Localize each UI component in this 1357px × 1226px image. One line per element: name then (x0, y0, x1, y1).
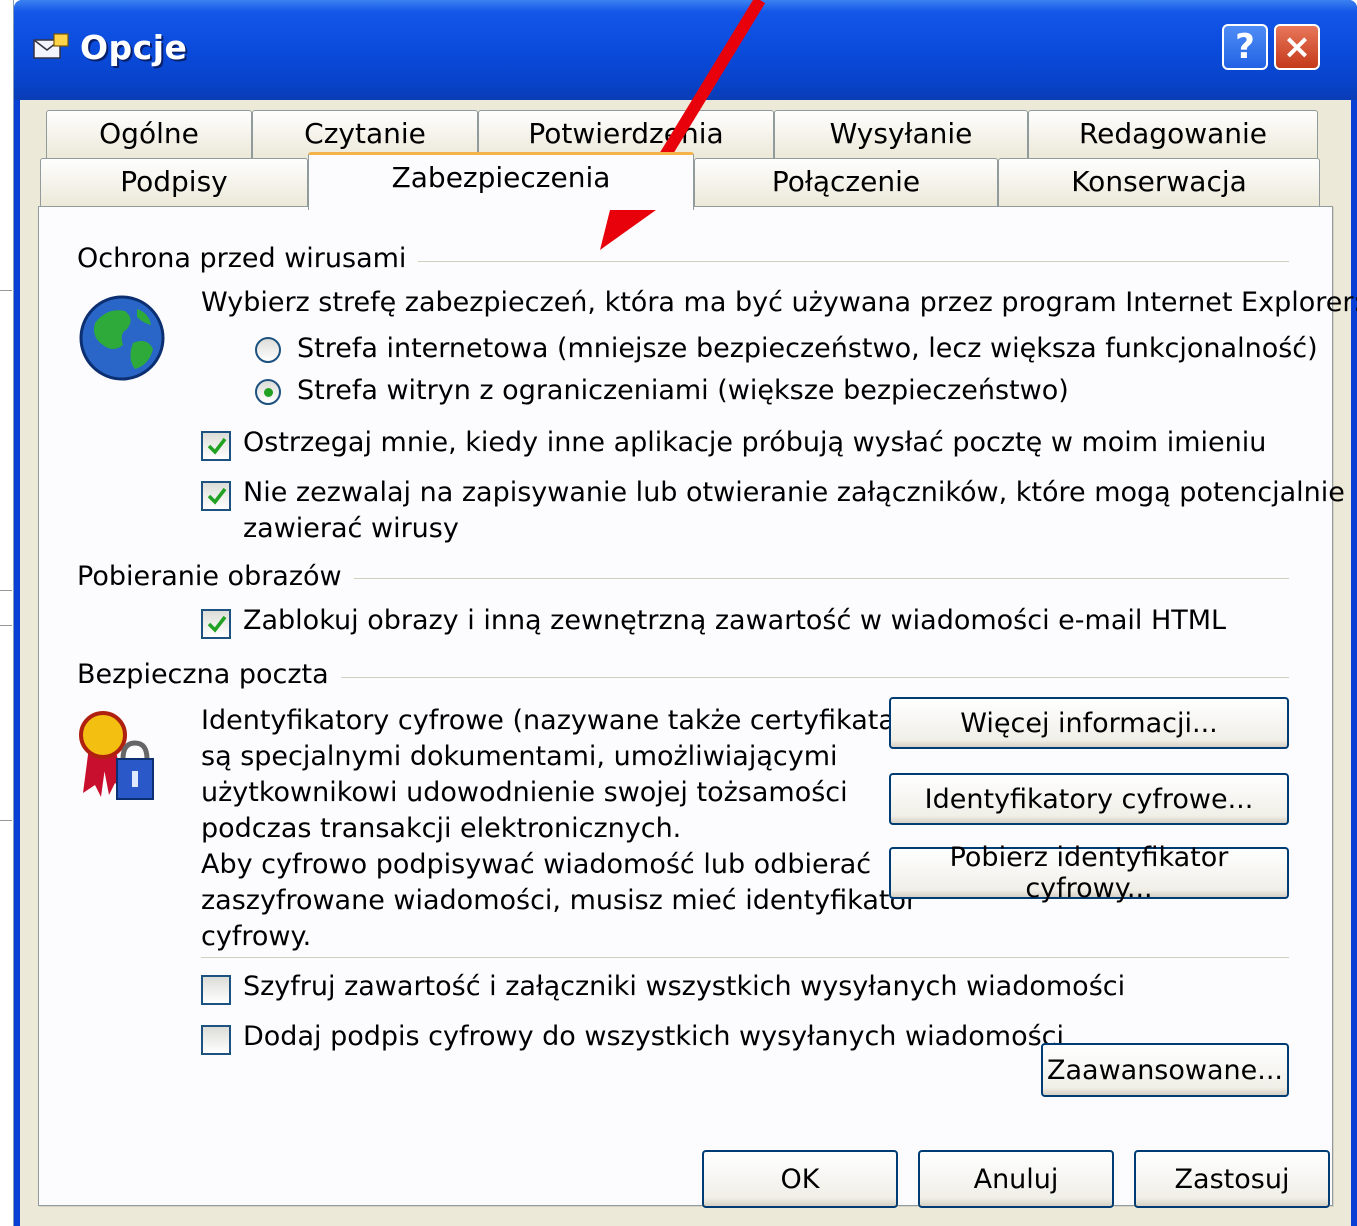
radio-restricted-zone[interactable] (255, 379, 281, 405)
secure-desc-line-3: użytkownikowi udowodnienie swojej tożsam… (201, 777, 848, 808)
checkmark-icon (207, 487, 227, 505)
options-dialog: Opcje ? × Ogólne Czytanie Potwierdzenia … (14, 0, 1357, 1226)
radio-internet-zone-label[interactable]: Strefa internetowa (mniejsze bezpieczeńs… (297, 333, 1318, 364)
ok-button[interactable]: OK (702, 1150, 898, 1208)
divider (0, 290, 12, 291)
zone-prompt: Wybierz strefę zabezpieczeń, która ma by… (201, 287, 1357, 318)
mail-options-icon (33, 33, 69, 59)
tab-czytanie[interactable]: Czytanie (252, 110, 478, 158)
secure-desc-line-2: są specjalnymi dokumentami, umożliwiając… (201, 741, 838, 772)
group-divider (329, 677, 1289, 678)
checkmark-icon (207, 615, 227, 633)
tab-redagowanie[interactable]: Redagowanie (1028, 110, 1318, 158)
advanced-button[interactable]: Zaawansowane... (1041, 1043, 1289, 1097)
globe-icon (79, 295, 165, 381)
group-secure-mail: Bezpieczna poczta (77, 659, 341, 690)
divider (0, 820, 12, 821)
checkmark-icon (207, 437, 227, 455)
close-button[interactable]: × (1274, 24, 1320, 70)
checkbox-warn-send[interactable] (201, 431, 231, 461)
group-virus-protection: Ochrona przed wirusami (77, 243, 419, 274)
secure-desc-line-7: cyfrowy. (201, 921, 312, 952)
secure-desc-line-4: podczas transakcji elektronicznych. (201, 813, 682, 844)
divider (0, 625, 12, 626)
checkbox-block-attachments-label-cont[interactable]: zawierać wirusy (243, 513, 459, 544)
radio-restricted-zone-label[interactable]: Strefa witryn z ograniczeniami (większe … (297, 375, 1069, 406)
tab-polaczenie[interactable]: Połączenie (694, 158, 998, 206)
divider (201, 957, 1289, 958)
checkbox-encrypt-all[interactable] (201, 975, 231, 1005)
tab-wysylanie[interactable]: Wysyłanie (774, 110, 1028, 158)
divider (0, 590, 12, 591)
checkbox-encrypt-all-label[interactable]: Szyfruj zawartość i załączniki wszystkic… (243, 971, 1125, 1002)
tab-ogolne[interactable]: Ogólne (46, 110, 252, 158)
radio-internet-zone[interactable] (255, 337, 281, 363)
checkbox-block-images[interactable] (201, 609, 231, 639)
group-divider (339, 578, 1289, 579)
title-bar[interactable]: Opcje ? × (14, 0, 1357, 100)
checkbox-warn-send-label[interactable]: Ostrzegaj mnie, kiedy inne aplikacje pró… (243, 427, 1266, 458)
more-info-button[interactable]: Więcej informacji... (889, 697, 1289, 749)
security-panel: Ochrona przed wirusami Wybierz strefę za… (38, 206, 1357, 1206)
certificate-lock-icon (79, 711, 154, 800)
radio-selected-dot (264, 388, 273, 397)
group-divider (379, 261, 1289, 262)
checkbox-sign-all[interactable] (201, 1025, 231, 1055)
secure-desc-line-6: zaszyfrowane wiadomości, musisz mieć ide… (201, 885, 918, 916)
window-title: Opcje (80, 28, 188, 67)
secure-desc-line-1: Identyfikatory cyfrowe (nazywane także c… (201, 705, 940, 736)
checkbox-sign-all-label[interactable]: Dodaj podpis cyfrowy do wszystkich wysył… (243, 1021, 1064, 1052)
cancel-button[interactable]: Anuluj (918, 1150, 1114, 1208)
group-image-download: Pobieranie obrazów (77, 561, 354, 592)
background-window-strip (0, 0, 14, 1226)
tab-zabezpieczenia[interactable]: Zabezpieczenia (308, 152, 694, 210)
checkbox-block-attachments-label[interactable]: Nie zezwalaj na zapisywanie lub otwieran… (243, 477, 1345, 508)
tab-konserwacja[interactable]: Konserwacja (998, 158, 1320, 206)
secure-desc-line-5: Aby cyfrowo podpisywać wiadomość lub odb… (201, 849, 872, 880)
digital-ids-button[interactable]: Identyfikatory cyfrowe... (889, 773, 1289, 825)
tab-podpisy[interactable]: Podpisy (40, 158, 308, 206)
get-digital-id-button[interactable]: Pobierz identyfikator cyfrowy... (889, 842, 1289, 904)
checkbox-block-images-label[interactable]: Zablokuj obrazy i inną zewnętrzną zawart… (243, 605, 1226, 636)
dialog-client-area: Ogólne Czytanie Potwierdzenia Wysyłanie … (20, 100, 1357, 1226)
help-button[interactable]: ? (1222, 24, 1268, 70)
apply-button[interactable]: Zastosuj (1134, 1150, 1330, 1208)
tab-potwierdzenia[interactable]: Potwierdzenia (478, 110, 774, 158)
checkbox-block-attachments[interactable] (201, 481, 231, 511)
